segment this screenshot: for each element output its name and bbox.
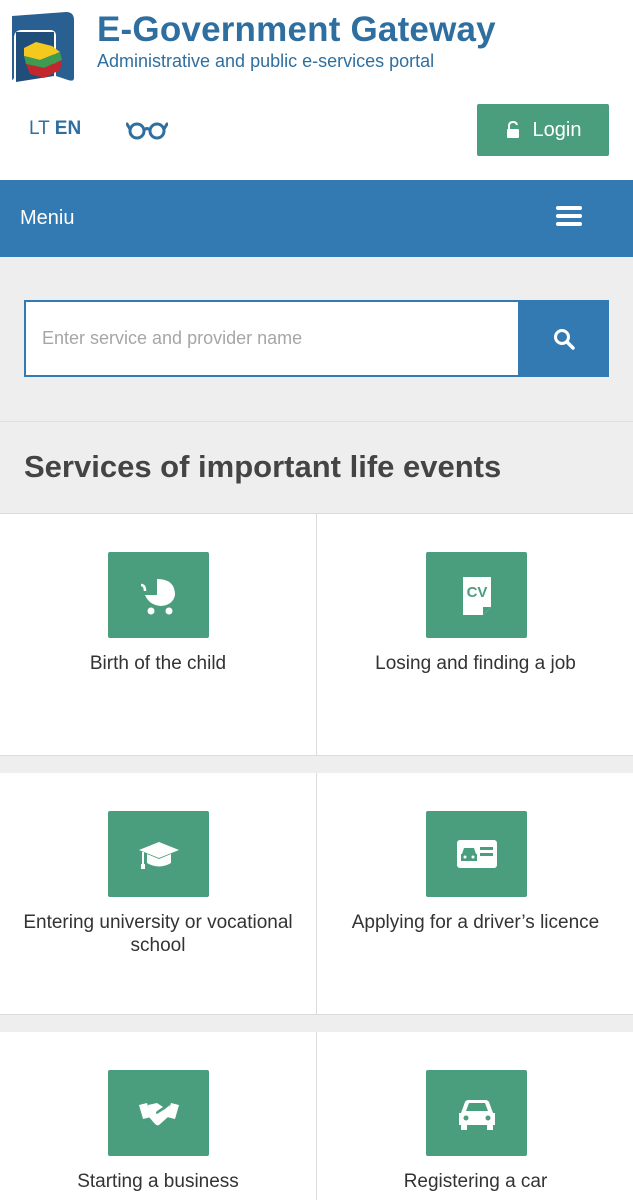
- car-icon: [426, 1070, 527, 1156]
- life-event-card-job[interactable]: CV Losing and finding a job: [317, 514, 633, 756]
- life-event-label: Birth of the child: [89, 653, 227, 674]
- login-button[interactable]: Login: [477, 104, 609, 156]
- search-button[interactable]: [518, 300, 609, 377]
- language-switcher: LT EN: [29, 118, 81, 140]
- site-title[interactable]: E-Government Gateway: [97, 10, 496, 50]
- graduation-cap-icon: [108, 811, 209, 897]
- life-event-label: Applying for a driver’s licence: [351, 912, 600, 933]
- search-area: [0, 257, 633, 421]
- row-divider: [0, 756, 633, 773]
- section-header: Services of important life events: [0, 421, 633, 514]
- search-icon: [553, 328, 575, 350]
- language-lt[interactable]: LT: [29, 118, 50, 139]
- drivers-licence-icon: [426, 811, 527, 897]
- menu-label[interactable]: Meniu: [20, 207, 74, 230]
- login-label: Login: [532, 118, 582, 141]
- search-input[interactable]: [24, 300, 519, 377]
- life-event-card-car[interactable]: Registering a car: [317, 1032, 633, 1200]
- glasses-icon[interactable]: [125, 118, 169, 142]
- menu-bar: Meniu: [0, 180, 633, 257]
- site-subtitle: Administrative and public e-services por…: [97, 51, 435, 71]
- lithuania-coat-logo: [12, 12, 74, 82]
- svg-text:CV: CV: [466, 584, 487, 601]
- life-event-label: Registering a car: [403, 1171, 548, 1192]
- language-en[interactable]: EN: [55, 118, 81, 139]
- handshake-icon: [108, 1070, 209, 1156]
- life-event-label: Entering university or vocational school: [23, 912, 293, 956]
- hamburger-icon[interactable]: [556, 206, 582, 230]
- site-logo[interactable]: [10, 12, 76, 82]
- row-divider: [0, 1015, 633, 1032]
- cv-document-icon: CV: [426, 552, 527, 638]
- section-title: Services of important life events: [24, 449, 502, 484]
- life-event-card-birth[interactable]: Birth of the child: [0, 514, 317, 756]
- life-event-card-business[interactable]: Starting a business: [0, 1032, 317, 1200]
- lock-icon: [506, 121, 519, 138]
- life-event-card-licence[interactable]: Applying for a driver’s licence: [317, 773, 633, 1015]
- life-event-label: Starting a business: [77, 1171, 239, 1192]
- baby-carriage-icon: [108, 552, 209, 638]
- life-event-label: Losing and finding a job: [375, 653, 576, 674]
- life-event-card-university[interactable]: Entering university or vocational school: [0, 773, 317, 1015]
